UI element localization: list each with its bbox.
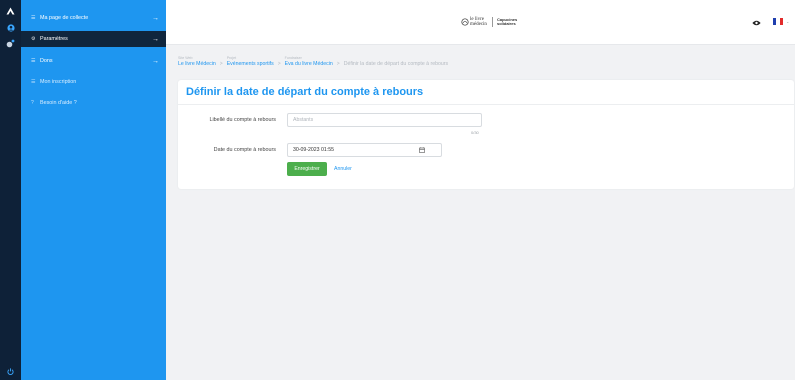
- breadcrumb-current: Définir la date de départ du compte à re…: [343, 61, 449, 67]
- breadcrumb-separator: >: [277, 61, 281, 67]
- list-icon: ☰: [31, 58, 36, 64]
- sidebar-item-label: Mon inscription: [40, 79, 77, 85]
- breadcrumb-item-project[interactable]: Projet Evénements sportifs: [227, 56, 274, 68]
- logo-text-secondary: Capucines solidaires: [497, 16, 518, 26]
- sidebar-item-settings[interactable]: ⚙ Paramètres →: [21, 31, 166, 47]
- chevron-down-icon[interactable]: ⌄: [786, 19, 789, 24]
- arrow-right-icon: →: [152, 35, 159, 43]
- sidebar-item-label: Paramètres: [40, 36, 68, 42]
- sidebar-item-label: Ma page de collecte: [40, 15, 89, 21]
- logo-text-primary: le livre médecin: [470, 17, 487, 27]
- calendar-icon[interactable]: [416, 143, 428, 157]
- countdown-date-label: Date du compte à rebours: [213, 147, 276, 153]
- top-header: le livre médecin Capucines solidaires ⌄: [166, 0, 795, 45]
- sidebar-item-donations[interactable]: ☰ Dons →: [21, 53, 166, 69]
- breadcrumb-separator: >: [219, 61, 223, 67]
- power-icon[interactable]: [0, 368, 21, 375]
- arrow-right-icon: →: [152, 57, 159, 65]
- settings-icon[interactable]: [0, 39, 21, 48]
- list-icon: ☰: [31, 79, 36, 85]
- breadcrumb-link[interactable]: Le livre Médecin: [178, 61, 216, 68]
- preview-eye-icon[interactable]: [751, 18, 761, 27]
- user-icon[interactable]: [0, 24, 21, 32]
- cancel-link[interactable]: Annuler: [334, 162, 352, 176]
- breadcrumb-item-fundraiser[interactable]: Fundraiser Eva du livre Médecin: [285, 56, 333, 68]
- help-icon: ?: [31, 100, 34, 106]
- brand-logo[interactable]: le livre médecin Capucines solidaires: [461, 17, 521, 27]
- page-title: Définir la date de départ du compte à re…: [186, 86, 424, 98]
- logo-icon[interactable]: [0, 7, 21, 15]
- breadcrumb-link[interactable]: Evénements sportifs: [227, 61, 274, 68]
- sidebar-item-help[interactable]: ? Besoin d'aide ?: [21, 95, 166, 111]
- character-counter: 0/30: [471, 130, 479, 135]
- countdown-form-card: Définir la date de départ du compte à re…: [178, 80, 794, 189]
- breadcrumb-link[interactable]: Eva du livre Médecin: [285, 61, 333, 68]
- breadcrumb: Site Web Le livre Médecin > Projet Evéne…: [178, 56, 448, 68]
- language-flag-icon[interactable]: [773, 18, 783, 25]
- sidebar-item-registration[interactable]: ☰ Mon inscription: [21, 74, 166, 90]
- logo-mark-icon: [461, 18, 469, 26]
- countdown-name-input[interactable]: Abstants: [287, 113, 482, 127]
- save-button[interactable]: Enregistrer: [287, 162, 327, 176]
- arrow-right-icon: →: [152, 14, 159, 22]
- sidebar-item-collection-page[interactable]: ☰ Ma page de collecte →: [21, 10, 166, 26]
- gear-icon: ⚙: [31, 36, 36, 42]
- icon-rail: [0, 0, 21, 380]
- sidebar-item-label: Dons: [40, 58, 53, 64]
- breadcrumb-item-website[interactable]: Site Web Le livre Médecin: [178, 56, 216, 68]
- divider: [178, 104, 794, 105]
- list-icon: ☰: [31, 15, 36, 21]
- breadcrumb-item-current: Définir la date de départ du compte à re…: [344, 61, 448, 68]
- countdown-name-label: Libellé du compte à rebours: [209, 117, 276, 123]
- breadcrumb-separator: >: [336, 61, 340, 67]
- logo-divider: [492, 17, 493, 27]
- sidebar-item-label: Besoin d'aide ?: [40, 100, 77, 106]
- sidebar: ☰ Ma page de collecte → ⚙ Paramètres → ☰…: [21, 0, 166, 380]
